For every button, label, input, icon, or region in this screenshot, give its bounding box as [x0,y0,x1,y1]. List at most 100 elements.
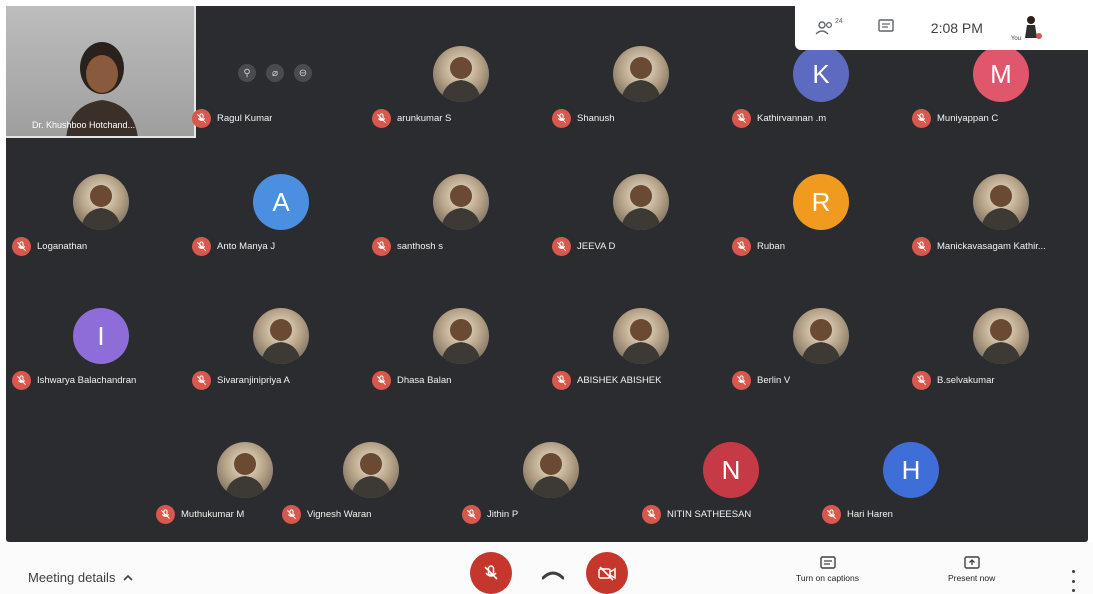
mic-muted-icon [912,108,931,128]
mic-muted-icon [822,504,841,524]
participant-photo-image [441,319,481,364]
participant-tile[interactable]: B.selvakumar [912,308,1090,430]
participant-photo-image [981,319,1021,364]
participant-photo-image [621,319,661,364]
participant-avatar [343,442,399,498]
mic-muted-icon [372,236,391,256]
participant-name: Muniyappan C [937,112,999,124]
participant-nametag: JEEVA D [552,236,615,256]
participant-avatar [613,174,669,230]
hang-up-icon [542,571,564,580]
participant-avatar [973,174,1029,230]
participant-tile[interactable]: I Ishwarya Balachandran [12,308,190,430]
participant-nametag: Ragul Kumar [192,108,272,128]
mic-toggle-button[interactable] [470,552,512,594]
present-label: Present now [948,573,996,583]
participant-photo-image [981,185,1021,230]
participant-avatar: H [883,442,939,498]
participant-tile[interactable]: Sivaranjinipriya A [192,308,370,430]
participant-tile[interactable]: arunkumar S [372,46,550,168]
participant-nametag: Kathirvannan .m [732,108,826,128]
participant-tile[interactable]: Dhasa Balan [372,308,550,430]
participant-tile[interactable]: R Ruban [732,174,910,296]
mic-muted-icon [732,108,751,128]
participant-tile[interactable]: K Kathirvannan .m [732,46,910,168]
participant-tile[interactable]: M Muniyappan C [912,46,1090,168]
more-dot [1071,570,1075,573]
participant-tile[interactable]: Loganathan [12,174,190,296]
participant-avatar: I [73,308,129,364]
participant-name: ABISHEK ABISHEK [577,374,662,386]
participant-photo-image [531,453,571,498]
participant-avatar [613,308,669,364]
chevron-up-icon [123,574,134,581]
participant-nametag: Muthukumar M [156,504,244,524]
mic-muted-icon [732,236,751,256]
chat-button[interactable] [877,18,895,39]
more-dot [1071,579,1075,583]
participant-name: Ragul Kumar [217,112,273,124]
more-options-button[interactable] [1066,570,1080,592]
participant-nametag: Sivaranjinipriya A [192,370,290,390]
participant-tile[interactable]: santhosh s [372,174,550,296]
participant-photo-image [351,453,391,498]
captions-icon [819,556,836,569]
mic-muted-icon [552,236,571,256]
participant-avatar: M [973,46,1029,102]
mic-muted-icon [12,370,31,390]
mic-muted-icon [192,108,211,128]
participant-nametag: arunkumar S [372,108,451,128]
participant-count: 24 [835,18,843,25]
participant-photo-image [801,319,841,364]
self-name: Dr. Khushboo Hotchand... [32,120,136,130]
participant-avatar [433,174,489,230]
more-dot [1071,589,1075,592]
participant-name: arunkumar S [397,112,452,124]
present-screen-icon [963,556,980,569]
leave-call-button[interactable] [538,566,568,584]
participant-photo-image [621,185,661,230]
participant-tile[interactable]: Ragul Kumar [192,46,370,168]
participant-photo-image [225,453,265,498]
participant-avatar [973,308,1029,364]
mic-muted-icon [282,504,301,524]
participant-name: Ishwarya Balachandran [37,374,137,386]
participant-tile[interactable]: ABISHEK ABISHEK [552,308,730,430]
participant-name: Kathirvannan .m [757,112,827,124]
meeting-details-button[interactable]: Meeting details [28,570,134,585]
mic-muted-icon [12,236,31,256]
mic-muted-icon [912,370,931,390]
mic-off-icon [484,565,498,580]
present-button[interactable]: Present now [948,556,995,583]
participant-name: Loganathan [37,240,88,252]
mic-muted-icon [732,370,751,390]
participant-tile[interactable]: A Anto Manya J [192,174,370,296]
captions-label: Turn on captions [796,573,859,583]
participant-avatar [73,174,129,230]
participant-avatar [433,46,489,102]
participant-nametag: ABISHEK ABISHEK [552,370,661,390]
camera-toggle-button[interactable] [586,552,628,594]
participant-nametag: Vignesh Waran [282,504,371,524]
top-info-bar: 24 2:08 PM You [795,6,1088,50]
captions-button[interactable]: Turn on captions [796,556,859,583]
participant-tile[interactable]: Berlin V [732,308,910,430]
you-avatar[interactable]: You [1011,10,1043,46]
you-label: You [1010,36,1022,42]
participant-name: Sivaranjinipriya A [217,374,290,386]
participant-avatar [253,308,309,364]
self-video-tile[interactable]: Dr. Khushboo Hotchand... [6,6,196,138]
participant-name: santhosh s [397,240,443,252]
people-button[interactable]: 24 [815,18,843,36]
participant-nametag: Muniyappan C [912,108,998,128]
participant-name: Manickavasagam Kathir... [937,240,1046,252]
participant-name: Anto Manya J [217,240,276,252]
participant-name: Vignesh Waran [307,508,372,520]
participant-avatar: N [703,442,759,498]
participant-tile[interactable]: JEEVA D [552,174,730,296]
participant-grid: Dr. Khushboo Hotchand... ⚲ ⌀ ⊖ Ragul Kum… [6,6,1088,542]
participant-tile[interactable]: Shanush [552,46,730,168]
mic-muted-icon [192,236,211,256]
participant-tile[interactable]: Manickavasagam Kathir... [912,174,1090,296]
camera-off-icon [598,566,616,581]
